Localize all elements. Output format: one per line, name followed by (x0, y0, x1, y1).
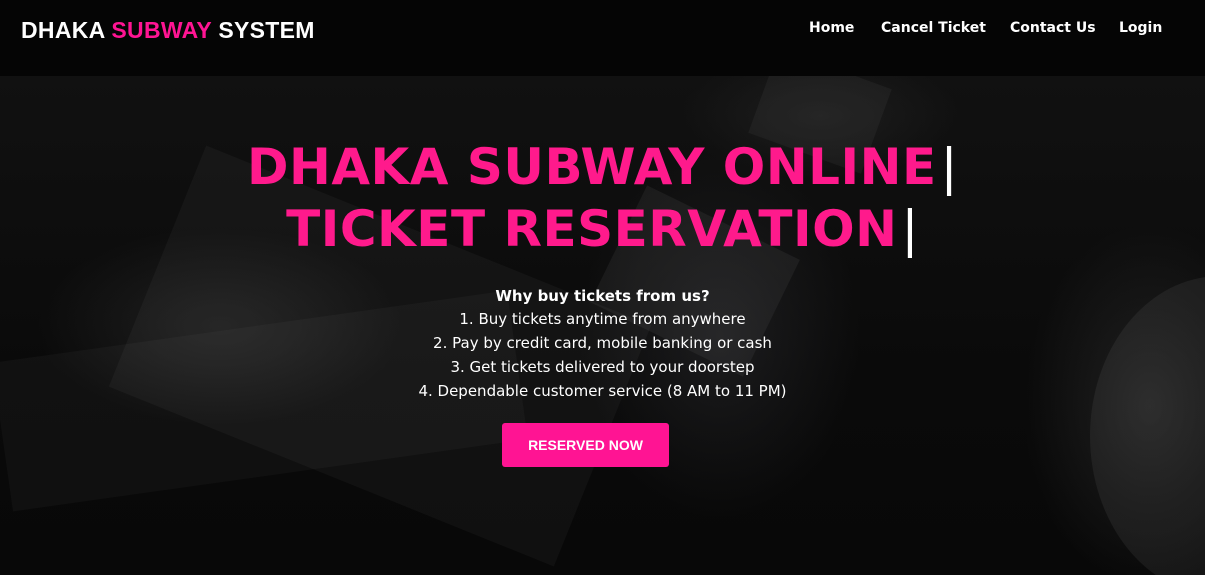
hero-headline-line-2: TICKET RESERVATION| (0, 198, 1205, 260)
navbar: DHAKA SUBWAY SYSTEM Home Cancel Ticket C… (0, 0, 1205, 76)
reason-item: 3. Get tickets delivered to your doorste… (450, 358, 755, 376)
reserve-now-button[interactable]: RESERVED NOW (502, 423, 669, 467)
brand-part-3: SYSTEM (218, 17, 315, 43)
page: DHAKA SUBWAY SYSTEM Home Cancel Ticket C… (0, 0, 1205, 575)
nav-link-home[interactable]: Home (809, 20, 854, 36)
reasons-list: 1. Buy tickets anytime from anywhere 2. … (0, 307, 1205, 403)
brand-part-2: SUBWAY (111, 17, 212, 43)
brand-logo[interactable]: DHAKA SUBWAY SYSTEM (21, 17, 315, 44)
nav-link-login[interactable]: Login (1119, 20, 1162, 36)
reason-item: 2. Pay by credit card, mobile banking or… (433, 334, 772, 352)
reason-item: 4. Dependable customer service (8 AM to … (418, 382, 787, 400)
brand-part-1: DHAKA (21, 17, 105, 43)
reason-item: 1. Buy tickets anytime from anywhere (459, 310, 746, 328)
typing-cursor-1: | (940, 138, 958, 196)
headline-text-1: DHAKA SUBWAY ONLINE (247, 138, 937, 196)
headline-text-2: TICKET RESERVATION (286, 200, 898, 258)
hero-headline-line-1: DHAKA SUBWAY ONLINE| (0, 136, 1205, 198)
nav-link-cancel-ticket[interactable]: Cancel Ticket (881, 20, 986, 36)
why-title: Why buy tickets from us? (495, 287, 710, 305)
typing-cursor-2: | (901, 200, 919, 258)
nav-link-contact-us[interactable]: Contact Us (1010, 20, 1096, 36)
why-section: Why buy tickets from us? 1. Buy tickets … (0, 285, 1205, 403)
